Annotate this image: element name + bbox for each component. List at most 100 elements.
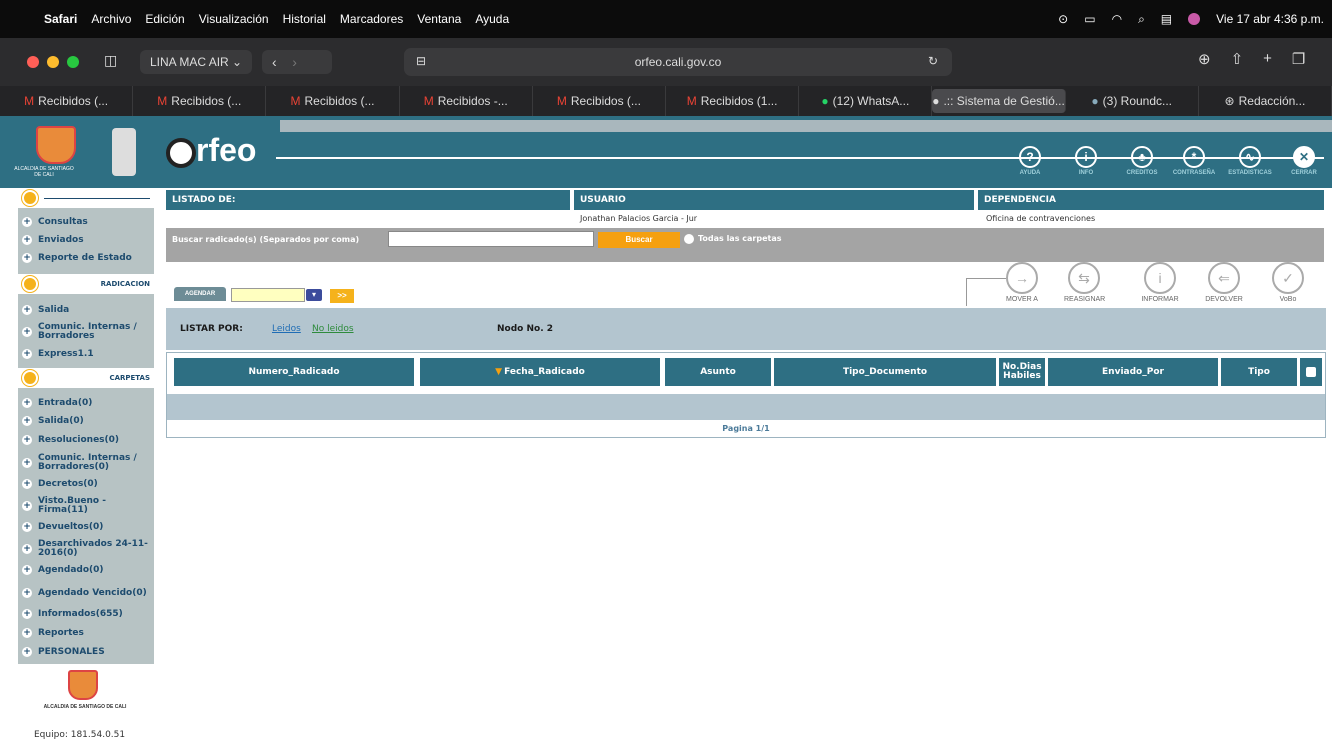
select-all-checkbox[interactable] — [1306, 367, 1316, 377]
mover-a-button[interactable]: → MOVER A — [1002, 262, 1042, 303]
control-center-icon[interactable]: ▤ — [1161, 12, 1172, 26]
menu-marcadores[interactable]: Marcadores — [340, 12, 403, 26]
table-empty-row — [167, 394, 1325, 420]
menu-ayuda[interactable]: Ayuda — [475, 12, 509, 26]
tab-sistema-gestion[interactable]: ●.:: Sistema de Gestió... — [932, 89, 1066, 113]
leidos-link[interactable]: Leidos — [272, 324, 301, 334]
tab-whatsapp[interactable]: ● (12) WhatsA... — [799, 86, 933, 116]
tab-redaccion[interactable]: ⊛ Redacción... — [1199, 86, 1332, 116]
tab-gmail-2[interactable]: M Recibidos (... — [133, 86, 267, 116]
sidebar-item-comunic-borradores[interactable]: + Comunic. Internas / Borradores(0) — [18, 450, 154, 476]
sidebar-item-comunic-internas[interactable]: + Comunic. Internas / Borradores — [18, 319, 154, 345]
tab-gmail-4[interactable]: M Recibidos -... — [400, 86, 533, 116]
pagination[interactable]: Pagina 1/1 — [166, 424, 1326, 433]
sidebar-item-consultas[interactable]: + Consultas — [18, 214, 154, 230]
sidebar-item-agendado-vencido[interactable]: + Agendado Vencido(0) — [18, 580, 154, 606]
calendar-icon[interactable]: ▾ — [306, 289, 322, 301]
vobo-button[interactable]: ✓ VoBo — [1268, 262, 1308, 303]
sidebar-top-section — [18, 188, 154, 208]
sidebar-toggle-icon[interactable]: ◫ — [104, 52, 117, 69]
cerrar-button[interactable]: ✕ CERRAR — [1276, 146, 1332, 176]
agendar-date-input[interactable] — [231, 288, 305, 302]
forward-icon[interactable]: › — [292, 54, 297, 70]
menu-historial[interactable]: Historial — [283, 12, 326, 26]
col-tipo[interactable]: Tipo — [1221, 358, 1297, 386]
action-label: VoBo — [1279, 296, 1297, 303]
estadisticas-button[interactable]: ∿ ESTADISTICAS — [1222, 146, 1278, 176]
tab-label: Recibidos (1... — [700, 94, 778, 108]
col-asunto[interactable]: Asunto — [665, 358, 771, 386]
buscar-button[interactable]: Buscar — [598, 232, 680, 248]
sidebar-item-agendado[interactable]: + Agendado(0) — [18, 562, 154, 578]
sidebar-item-devueltos[interactable]: + Devueltos(0) — [18, 519, 154, 535]
info-icon: i — [1075, 146, 1097, 168]
plus-icon: + — [22, 235, 32, 245]
folder-icon — [22, 370, 38, 386]
sidebar-item-label: Salida — [38, 305, 70, 315]
download-icon[interactable]: ⊕ — [1198, 50, 1211, 68]
agendar-button[interactable]: AGENDAR — [174, 287, 226, 301]
tab-roundcube[interactable]: ● (3) Roundc... — [1066, 86, 1199, 116]
address-bar[interactable]: ⊟ orfeo.cali.gov.co ↻ — [404, 48, 952, 76]
tab-gmail-5[interactable]: M Recibidos (... — [533, 86, 667, 116]
plus-icon: + — [22, 458, 32, 468]
tab-gmail-3[interactable]: M Recibidos (... — [266, 86, 400, 116]
play-icon[interactable]: ⊙ — [1058, 12, 1068, 26]
close-window-button[interactable] — [27, 56, 39, 68]
sidebar-item-reporte-estado[interactable]: + Reporte de Estado — [18, 250, 154, 266]
sidebar-item-enviados[interactable]: + Enviados — [18, 232, 154, 248]
chevron-down-icon[interactable] — [22, 190, 38, 206]
sidebar-item-resoluciones[interactable]: + Resoluciones(0) — [18, 432, 154, 448]
menu-ventana[interactable]: Ventana — [417, 12, 461, 26]
sidebar-item-informados[interactable]: + Informados(655) — [18, 606, 154, 622]
sidebar-item-visto-bueno[interactable]: + Visto.Bueno - Firma(11) — [18, 493, 154, 519]
minimize-window-button[interactable] — [47, 56, 59, 68]
devolver-button[interactable]: ⇐ DEVOLVER — [1204, 262, 1244, 303]
wifi-icon[interactable]: ◠ — [1112, 12, 1122, 26]
menu-edicion[interactable]: Edición — [145, 12, 184, 26]
new-tab-icon[interactable]: + — [1263, 50, 1272, 68]
usuario-header: USUARIO — [574, 190, 974, 210]
sidebar-item-reportes[interactable]: + Reportes — [18, 625, 154, 641]
ayuda-button[interactable]: ? AYUDA — [1002, 146, 1058, 176]
siri-icon[interactable] — [1188, 13, 1201, 25]
tab-gmail-6[interactable]: M Recibidos (1... — [666, 86, 800, 116]
share-icon[interactable]: ⇧ — [1231, 50, 1244, 68]
tab-gmail-1[interactable]: M Recibidos (... — [0, 86, 134, 116]
sidebar-item-personales[interactable]: + PERSONALES — [18, 644, 154, 660]
sidebar-item-decretos[interactable]: + Decretos(0) — [18, 476, 154, 492]
menu-archivo[interactable]: Archivo — [91, 12, 131, 26]
actions-line-vertical — [966, 278, 967, 306]
col-numero-radicado[interactable]: Numero_Radicado — [174, 358, 414, 386]
informar-button[interactable]: i INFORMAR — [1140, 262, 1180, 303]
reasignar-button[interactable]: ⇆ REASIGNAR — [1064, 262, 1105, 303]
contrasena-button[interactable]: * CONTRASEÑA — [1166, 146, 1222, 176]
back-icon[interactable]: ‹ — [272, 54, 277, 70]
sidebar-item-salida[interactable]: + Salida(0) — [18, 413, 154, 429]
battery-icon[interactable]: ▭ — [1084, 12, 1095, 26]
zoom-window-button[interactable] — [67, 56, 79, 68]
todas-carpetas-checkbox[interactable] — [684, 234, 694, 244]
search-icon[interactable]: ⌕ — [1138, 12, 1145, 27]
col-enviado-por[interactable]: Enviado_Por — [1048, 358, 1218, 386]
tab-overview-icon[interactable]: ❐ — [1292, 50, 1305, 68]
info-button[interactable]: i INFO — [1058, 146, 1114, 176]
col-fecha-radicado[interactable]: ▼ Fecha_Radicado — [420, 358, 660, 386]
menubar-datetime[interactable]: Vie 17 abr 4:36 p.m. — [1216, 12, 1324, 26]
profile-button[interactable]: LINA MAC AIR ⌄ — [140, 50, 253, 74]
sidebar-item-express[interactable]: + Express1.1 — [18, 346, 154, 362]
menu-visualizacion[interactable]: Visualización — [199, 12, 269, 26]
menu-app-name[interactable]: Safari — [44, 12, 77, 26]
sidebar-item-desarchivados[interactable]: + Desarchivados 24-11-2016(0) — [18, 536, 154, 562]
col-tipo-documento[interactable]: Tipo_Documento — [774, 358, 996, 386]
col-dias-habiles[interactable]: No.Dias Habiles — [999, 358, 1045, 386]
no-leidos-link[interactable]: No leidos — [312, 324, 354, 334]
sidebar-item-entrada[interactable]: + Entrada(0) — [18, 395, 154, 411]
document-icon — [22, 276, 38, 292]
sidebar-item-salida-rad[interactable]: + Salida — [18, 302, 154, 318]
search-input[interactable] — [388, 231, 594, 247]
equipo-ip: Equipo: 181.54.0.51 — [34, 730, 126, 740]
agendar-go-button[interactable]: >> — [330, 289, 354, 303]
reload-icon[interactable]: ↻ — [928, 54, 938, 68]
creditos-button[interactable]: ♣ CREDITOS — [1114, 146, 1170, 176]
